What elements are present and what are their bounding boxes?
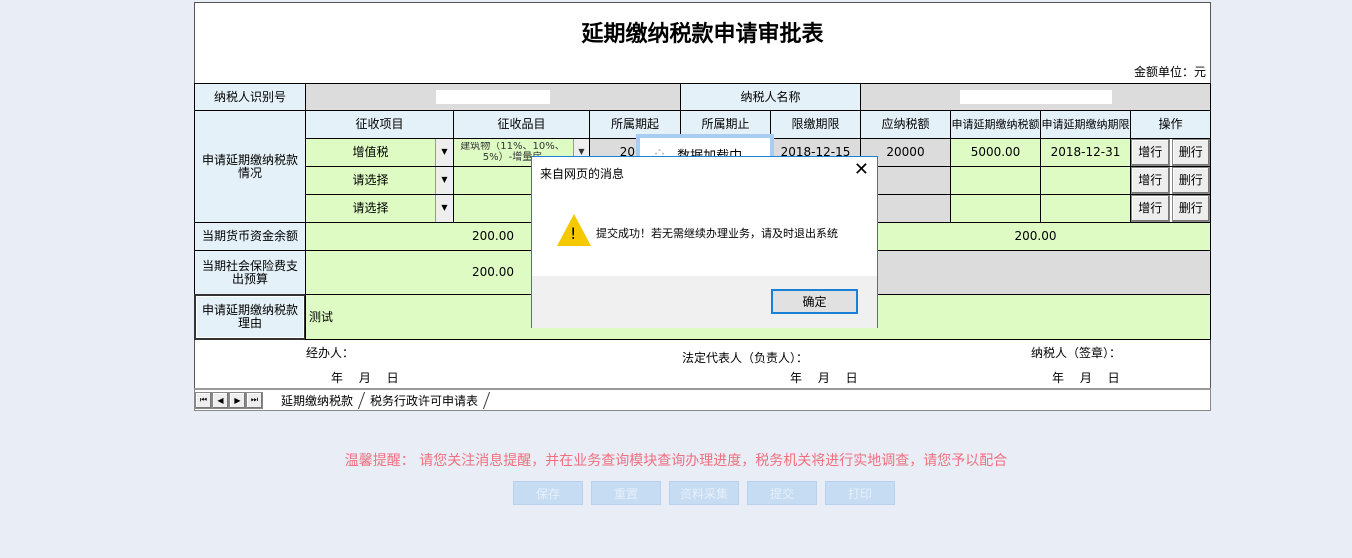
warning-mark: ! xyxy=(570,224,577,243)
prev-sheet-button[interactable]: ◀ xyxy=(212,391,229,409)
print-button[interactable]: 打印 xyxy=(825,481,895,505)
column-header: 征收品目 xyxy=(453,110,590,139)
taxpayer-name-value xyxy=(959,90,1112,104)
chevron-down-icon[interactable]: ▼ xyxy=(435,139,453,166)
delete-row-button[interactable]: 删行 xyxy=(1171,167,1210,194)
chevron-down-icon[interactable]: ▼ xyxy=(435,195,453,222)
legal-rep-date: 年 月 日 xyxy=(790,371,858,385)
handler-label: 经办人： xyxy=(306,346,355,360)
cell-defer_date[interactable] xyxy=(1040,194,1131,223)
chevron-down-icon[interactable]: ▼ xyxy=(435,167,453,194)
taxpayer-name-field xyxy=(860,83,1211,111)
taxpayer-id-value xyxy=(436,90,550,104)
delete-row-button[interactable]: 删行 xyxy=(1171,139,1210,166)
reminder-text: 温馨提醒： 请您关注消息提醒，并在业务查询模块查询办理进度，税务机关将进行实地调… xyxy=(344,453,1008,469)
reset-button[interactable]: 重置 xyxy=(591,481,661,505)
taxpayer-sign-label: 纳税人（签章）： xyxy=(1031,346,1122,360)
cell-defer_date[interactable] xyxy=(1040,166,1131,195)
tax-item-select[interactable]: 请选择 ▼ xyxy=(305,166,454,195)
add-row-button[interactable]: 增行 xyxy=(1131,195,1170,222)
reason-label: 申请延期缴纳税款理由 xyxy=(194,294,306,340)
dialog-message: 提交成功！若无需继续办理业务，请及时退出系统 xyxy=(596,227,838,240)
close-icon[interactable]: ✕ xyxy=(854,159,869,180)
unit-label: 金额单位：元 xyxy=(1133,65,1206,79)
sheet-tab-permit[interactable]: 税务行政许可申请表 xyxy=(358,391,491,409)
submit-button[interactable]: 提交 xyxy=(747,481,817,505)
sheet-tab-bar: ⏮ ◀ ▶ ⏭ 延期缴纳税款 税务行政许可申请表 xyxy=(194,388,1211,411)
dialog-footer: 确定 xyxy=(532,276,877,328)
social-value-2 xyxy=(860,250,1211,295)
column-header: 操作 xyxy=(1130,110,1211,139)
column-header: 应纳税额 xyxy=(860,110,951,139)
add-row-button[interactable]: 增行 xyxy=(1131,139,1170,166)
page-title: 延期缴纳税款申请审批表 xyxy=(581,21,824,47)
cell-defer_date[interactable]: 2018-12-31 xyxy=(1040,138,1131,167)
taxpayer-sign-date: 年 月 日 xyxy=(1052,371,1120,385)
taxpayer-id-label: 纳税人识别号 xyxy=(194,83,306,111)
cash-label: 当期货币资金余额 xyxy=(194,222,306,251)
tax-item-select[interactable]: 增值税 ▼ xyxy=(305,138,454,167)
column-header: 征收项目 xyxy=(305,110,454,139)
column-header: 申请延期缴纳税额 xyxy=(950,110,1041,139)
cell-defer_amount[interactable] xyxy=(950,166,1041,195)
taxpayer-name-label: 纳税人名称 xyxy=(680,83,861,111)
column-header: 限缴期限 xyxy=(770,110,861,139)
handler-date: 年 月 日 xyxy=(331,371,399,385)
dialog-title: 来自网页的消息 xyxy=(540,167,625,181)
social-label: 当期社会保险费支出预算 xyxy=(194,250,306,295)
section-label: 申请延期缴纳税款情况 xyxy=(194,110,306,223)
action-buttons: 保存 重置 资料采集 提交 打印 xyxy=(513,481,895,505)
column-header: 申请延期缴纳期限 xyxy=(1040,110,1131,139)
first-sheet-button[interactable]: ⏮ xyxy=(195,391,212,409)
taxpayer-id-field xyxy=(305,83,681,111)
cell-defer_amount[interactable]: 5000.00 xyxy=(950,138,1041,167)
message-dialog: 来自网页的消息 ✕ ! 提交成功！若无需继续办理业务，请及时退出系统 确定 xyxy=(531,156,878,328)
last-sheet-button[interactable]: ⏭ xyxy=(246,391,263,409)
legal-rep-label: 法定代表人（负责人）： xyxy=(682,351,809,365)
cell-defer_amount[interactable] xyxy=(950,194,1041,223)
cash-value-2[interactable]: 200.00 xyxy=(860,222,1211,251)
sheet-tab-deferral[interactable]: 延期缴纳税款 xyxy=(263,391,366,409)
delete-row-button[interactable]: 删行 xyxy=(1171,195,1210,222)
tax-item-select[interactable]: 请选择 ▼ xyxy=(305,194,454,223)
next-sheet-button[interactable]: ▶ xyxy=(229,391,246,409)
add-row-button[interactable]: 增行 xyxy=(1131,167,1170,194)
save-button[interactable]: 保存 xyxy=(513,481,583,505)
collect-button[interactable]: 资料采集 xyxy=(669,481,739,505)
ok-button[interactable]: 确定 xyxy=(771,289,858,314)
